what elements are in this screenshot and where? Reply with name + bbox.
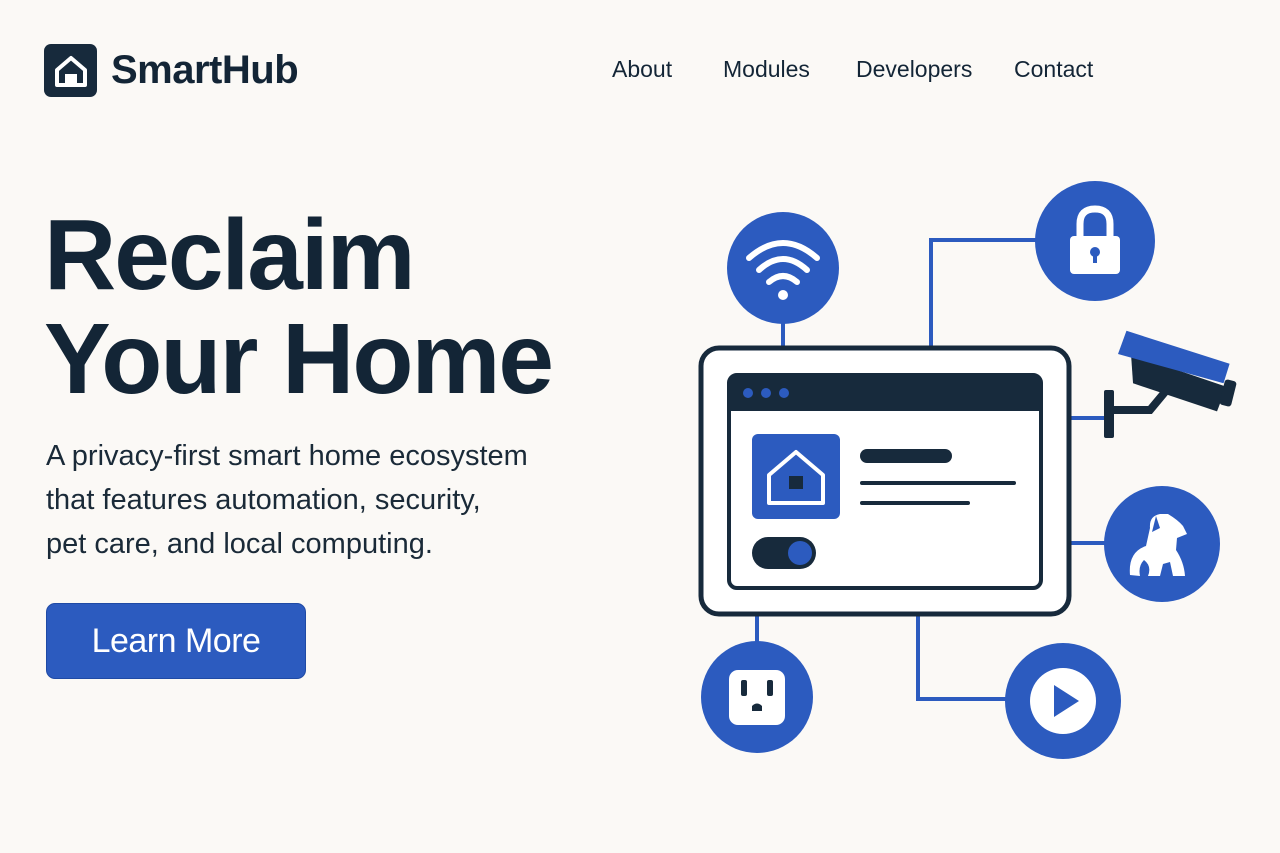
dog-icon (1104, 486, 1220, 602)
nav-link-modules[interactable]: Modules (723, 54, 856, 84)
nav-link-developers[interactable]: Developers (856, 54, 1014, 84)
lock-icon (1035, 181, 1155, 301)
nav-link-about[interactable]: About (612, 54, 723, 84)
nav-link-contact[interactable]: Contact (1014, 54, 1093, 84)
hero-headline: Reclaim Your Home (44, 199, 554, 415)
hub-device (698, 345, 1072, 617)
subtitle-line: A privacy-first smart home ecosystem (46, 440, 528, 472)
brand-logo-link[interactable]: SmartHub (44, 44, 299, 97)
toggle-switch-icon (752, 537, 816, 569)
page: SmartHub About Modules Developers Contac… (0, 0, 1280, 853)
wifi-icon (727, 212, 839, 324)
smart-home-illustration (698, 181, 1237, 759)
learn-more-button[interactable]: Learn More (46, 603, 306, 679)
power-outlet-icon (701, 641, 813, 753)
home-icon (752, 434, 840, 519)
subtitle-line: pet care, and local computing. (46, 528, 433, 560)
security-camera-icon (1104, 330, 1237, 438)
home-icon (44, 44, 97, 97)
headline-line: Your Home (44, 303, 554, 415)
headline-line: Reclaim (44, 199, 416, 311)
brand-name: SmartHub (111, 48, 299, 92)
play-icon (1005, 643, 1121, 759)
hero-subtitle: A privacy-first smart home ecosystem tha… (46, 434, 606, 566)
subtitle-line: that features automation, security, (46, 484, 481, 516)
main-nav: About Modules Developers Contact (612, 54, 1093, 84)
